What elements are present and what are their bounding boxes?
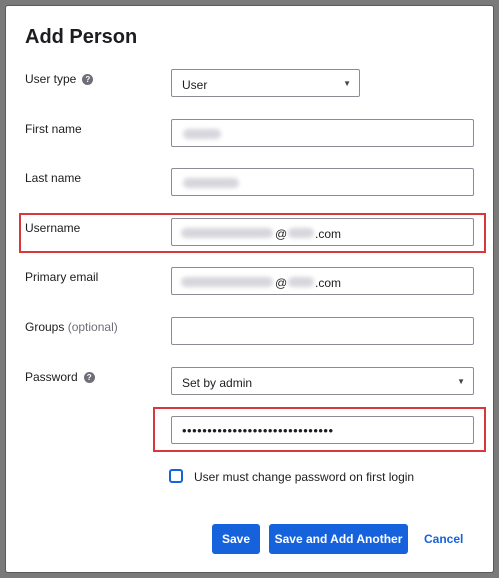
groups-label-text: Groups [25,320,65,334]
last-name-label: Last name [25,171,82,185]
primary-email-label: Primary email [25,270,99,284]
username-at: @ [275,227,288,241]
username-input[interactable]: @ .com [171,218,474,246]
username-label: Username [25,221,81,235]
chevron-down-icon: ▼ [457,377,465,386]
password-masked-value: •••••••••••••••••••••••••••••• [182,423,334,438]
groups-optional-text: (optional) [67,320,118,334]
redacted-last-name [183,178,239,188]
email-tld: .com [315,276,342,290]
redacted-first-name [183,129,221,139]
groups-label: Groups (optional) [25,320,118,334]
user-type-label-text: User type [25,72,77,86]
password-label: Password? [25,370,95,384]
redacted-username-local [181,228,273,238]
primary-email-input[interactable]: @ .com [171,267,474,295]
user-type-select[interactable]: User ▼ [171,69,360,97]
dialog-title: Add Person [25,26,138,48]
first-name-input[interactable] [171,119,474,147]
groups-input[interactable] [171,317,474,345]
redacted-email-local [181,277,273,287]
password-input[interactable]: •••••••••••••••••••••••••••••• [171,416,474,444]
password-mode-value: Set by admin [182,376,253,390]
password-label-text: Password [25,370,78,384]
username-tld: .com [315,227,342,241]
last-name-input[interactable] [171,168,474,196]
cancel-button[interactable]: Cancel [424,532,463,546]
user-type-label: User type? [25,72,94,86]
first-name-label: First name [25,122,82,136]
save-and-add-another-button[interactable]: Save and Add Another [269,524,408,554]
redacted-email-domain [288,277,314,287]
save-button[interactable]: Save [212,524,260,554]
add-person-dialog: Add Person User type? User ▼ First name … [6,6,493,572]
redacted-username-domain [288,228,314,238]
help-icon[interactable]: ? [83,372,95,383]
password-mode-select[interactable]: Set by admin ▼ [171,367,474,395]
email-at: @ [275,276,288,290]
change-password-checkbox[interactable] [169,469,183,483]
change-password-label[interactable]: User must change password on first login [194,470,414,484]
help-icon[interactable]: ? [82,74,94,85]
chevron-down-icon: ▼ [343,79,351,88]
user-type-value: User [182,78,208,92]
